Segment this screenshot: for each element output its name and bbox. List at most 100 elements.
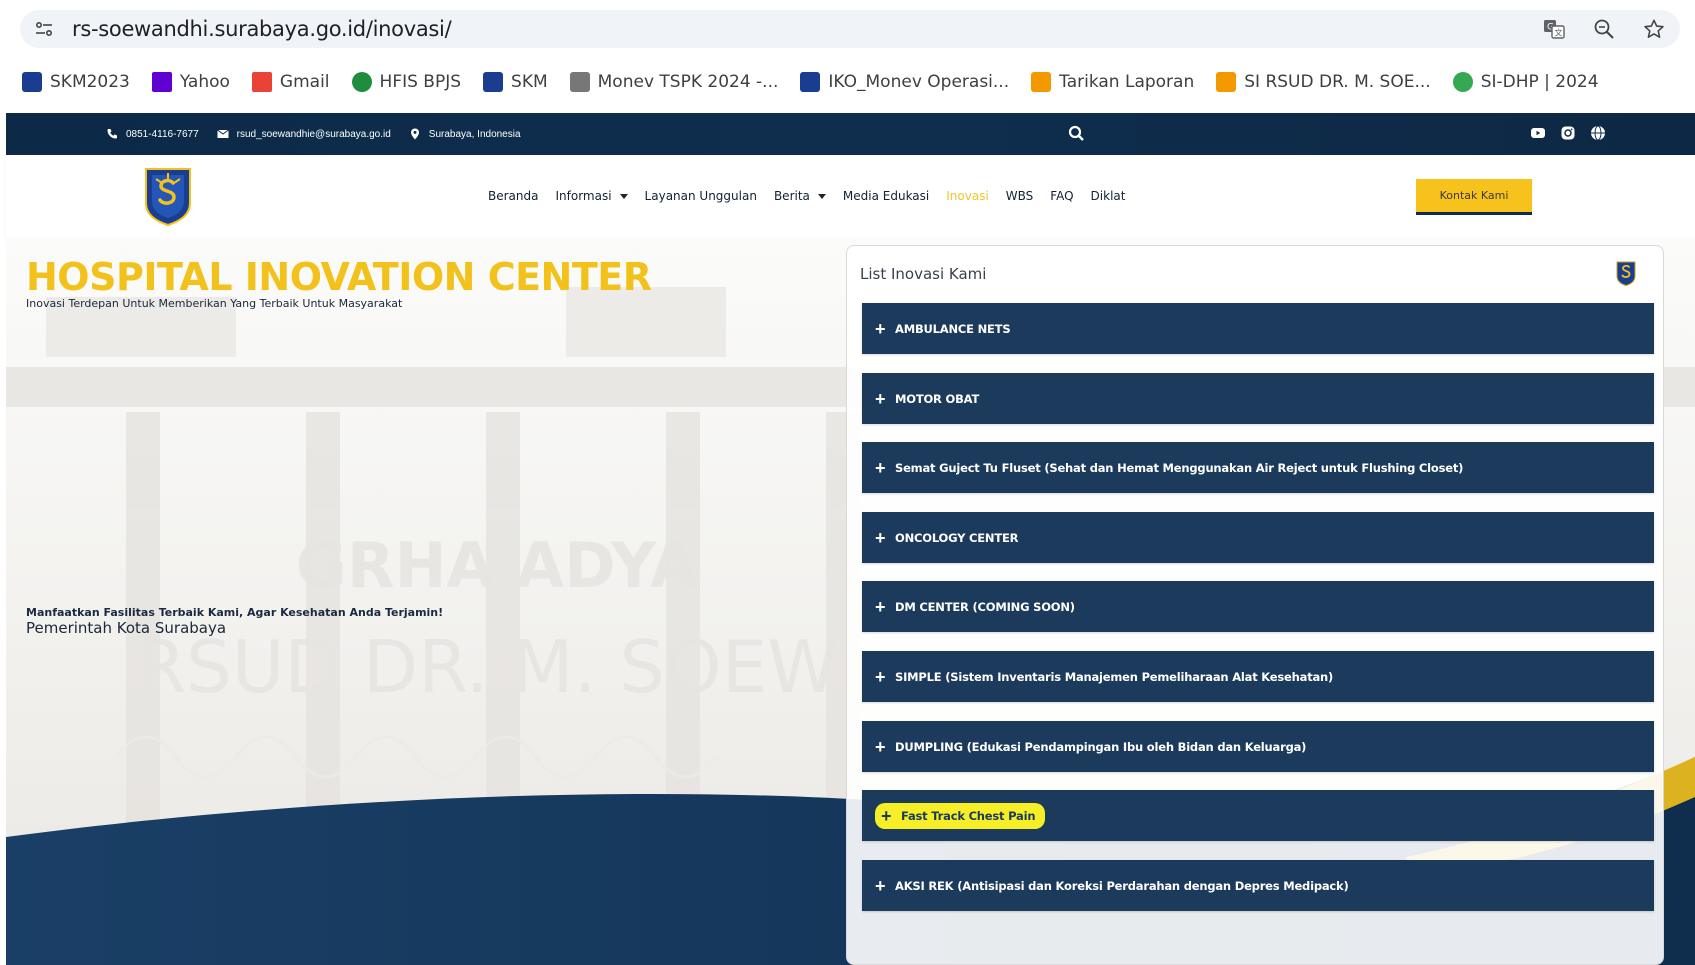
surabaya-crest-icon	[569, 72, 590, 92]
innovation-accordion-item[interactable]: + DUMPLING (Edukasi Pendampingan Ibu oleh…	[862, 721, 1654, 772]
nav-item-wbs[interactable]: WBS	[1006, 189, 1034, 203]
mail-icon	[151, 72, 172, 92]
nav-item-informasi[interactable]: Informasi	[555, 189, 628, 203]
innovation-list-panel: List Inovasi Kami + AMBULANCE NETS + MOTOR …	[846, 245, 1664, 965]
nav-item-label: Media Edukasi	[842, 189, 930, 203]
hero-cta-subtitle: Pemerintah Kota Surabaya	[26, 619, 227, 637]
nav-item-label: FAQ	[1050, 189, 1074, 203]
nav-item-label: Inovasi	[946, 189, 989, 203]
nav-item-label: Diklat	[1090, 189, 1126, 203]
surabaya-logo[interactable]	[142, 165, 194, 227]
site-topbar: 0851-4116-7677 rsud_soewandhie@surabaya.…	[6, 113, 1695, 155]
innovation-accordion-item[interactable]: + AKSI REK (Antisipasi dan Koreksi Perdar…	[862, 860, 1654, 911]
instagram-icon[interactable]	[1560, 125, 1576, 141]
bookmark-item[interactable]: Monev TSPK 2024 -...	[569, 72, 779, 92]
bookmark-label: Yahoo	[179, 72, 230, 92]
accordion-item-label: Semat Guject Tu Fluset (Sehat dan Hemat …	[895, 460, 1464, 475]
bookmark-star-icon[interactable]	[1642, 17, 1666, 41]
contact-us-button[interactable]: Kontak Kami	[1416, 179, 1532, 215]
bookmark-item[interactable]: SKM2023	[22, 72, 130, 92]
map-pin-icon	[410, 128, 419, 140]
surabaya-crest-icon	[483, 72, 504, 92]
search-icon[interactable]	[1066, 123, 1088, 145]
location-text: Surabaya, Indonesia	[428, 128, 521, 140]
email-text: rsud_soewandhie@surabaya.go.id	[236, 128, 391, 140]
social-links	[1530, 125, 1606, 141]
bookmark-item[interactable]: SI-DHP | 2024	[1452, 72, 1599, 92]
plus-icon: +	[881, 805, 892, 826]
youtube-icon[interactable]	[1530, 125, 1546, 141]
plus-icon: +	[875, 666, 886, 687]
bookmark-label: SI-DHP | 2024	[1480, 72, 1599, 92]
nav-item-label: Beranda	[488, 189, 539, 203]
accordion-item-label: Fast Track Chest Pain	[901, 808, 1036, 823]
email-contact[interactable]: rsud_soewandhie@surabaya.go.id	[216, 128, 391, 140]
innovation-accordion-item[interactable]: + AMBULANCE NETS	[862, 303, 1654, 354]
nav-item-diklat[interactable]: Diklat	[1091, 189, 1126, 203]
nav-item-media-edukasi[interactable]: Media Edukasi	[843, 189, 929, 203]
bookmark-label: SKM2023	[50, 72, 130, 92]
plus-icon: +	[875, 457, 886, 478]
translate-icon[interactable]: G文	[1542, 17, 1566, 41]
innovation-accordion-item[interactable]: + Semat Guject Tu Fluset (Sehat dan Hemat…	[862, 442, 1654, 493]
main-nav: Beranda Informasi Layanan Unggulan Berita Me…	[488, 155, 1125, 237]
grid-icon	[1216, 72, 1237, 92]
site-info-icon[interactable]	[34, 19, 54, 39]
bookmark-item[interactable]: Tarikan Laporan	[1031, 72, 1194, 92]
nav-item-layanan-unggulan[interactable]: Layanan Unggulan	[645, 189, 757, 203]
accordion-item-label: AMBULANCE NETS	[895, 321, 1011, 336]
envelope-icon	[216, 129, 229, 138]
phone-icon	[107, 129, 117, 139]
svg-text:RSUD DR. M. SOEW: RSUD DR. M. SOEW	[136, 625, 838, 709]
innovation-accordion-item[interactable]: + SIMPLE (Sistem Inventaris Manajemen Pem…	[862, 651, 1654, 702]
leaf-icon	[1452, 72, 1473, 92]
nav-item-label: Layanan Unggulan	[644, 189, 757, 203]
address-bar[interactable]: rs-soewandhi.surabaya.go.id/inovasi/ G文	[20, 10, 1680, 48]
bookmark-item[interactable]: IKO_Monev Operasi...	[800, 72, 1009, 92]
hero-title: HOSPITAL INOVATION CENTER	[26, 255, 652, 299]
innovation-accordion-item[interactable]: + MOTOR OBAT	[862, 373, 1654, 424]
caret-down-icon	[817, 193, 826, 199]
bookmark-item[interactable]: Gmail	[251, 72, 330, 92]
accordion-item-label: DUMPLING (Edukasi Pendampingan Ibu oleh …	[895, 739, 1307, 754]
accordion-item-label: SIMPLE (Sistem Inventaris Manajemen Peme…	[895, 669, 1334, 684]
plus-icon: +	[875, 318, 886, 339]
nav-item-berita[interactable]: Berita	[774, 189, 826, 203]
accordion-item-label: ONCOLOGY CENTER	[895, 530, 1019, 545]
plus-icon: +	[875, 596, 886, 617]
url-text[interactable]: rs-soewandhi.surabaya.go.id/inovasi/	[72, 17, 452, 41]
plus-icon: +	[875, 527, 886, 548]
gmail-icon	[251, 72, 272, 92]
nav-item-label: Berita	[773, 189, 810, 203]
phone-contact[interactable]: 0851-4116-7677	[106, 128, 199, 140]
globe-icon[interactable]	[1590, 125, 1606, 141]
hero-cta-title: Manfaatkan Fasilitas Terbaik Kami, Agar …	[26, 606, 444, 619]
location-contact[interactable]: Surabaya, Indonesia	[409, 128, 521, 140]
innovation-accordion-item[interactable]: + Fast Track Chest Pain	[862, 790, 1654, 841]
surabaya-crest-icon	[22, 72, 42, 92]
bookmark-item[interactable]: HFIS BPJS	[351, 72, 461, 92]
bookmark-item[interactable]: SI RSUD DR. M. SOE...	[1216, 72, 1431, 92]
hero-subtitle: Inovasi Terdepan Untuk Memberikan Yang T…	[26, 297, 403, 310]
bookmark-label: Monev TSPK 2024 -...	[597, 72, 779, 92]
innovation-accordion-item[interactable]: + ONCOLOGY CENTER	[862, 512, 1654, 563]
svg-text:文: 文	[1555, 28, 1563, 38]
nav-item-inovasi[interactable]: Inovasi	[946, 189, 989, 203]
nav-item-label: WBS	[1005, 189, 1034, 203]
bookmarks-bar: SKM2023 Yahoo Gmail HFIS BPJS SKM Monev TSPK …	[22, 64, 1599, 100]
nav-item-faq[interactable]: FAQ	[1050, 189, 1073, 203]
panel-title: List Inovasi Kami	[860, 265, 987, 283]
bookmark-label: Tarikan Laporan	[1059, 72, 1195, 92]
svg-text:GRHA ADYA: GRHA ADYA	[296, 529, 698, 602]
plus-icon: +	[875, 736, 886, 757]
accordion-item-label: MOTOR OBAT	[895, 391, 980, 406]
bookmark-item[interactable]: SKM	[483, 72, 548, 92]
nav-item-beranda[interactable]: Beranda	[488, 189, 538, 203]
grid-icon	[1031, 72, 1052, 92]
zoom-icon[interactable]	[1592, 17, 1616, 41]
innovation-accordion-item[interactable]: + DM CENTER (COMING SOON)	[862, 581, 1654, 632]
site-navbar: Beranda Informasi Layanan Unggulan Berita Me…	[6, 155, 1695, 237]
bookmark-item[interactable]: Yahoo	[151, 72, 230, 92]
plus-icon: +	[875, 875, 886, 896]
gear-icon	[351, 72, 372, 92]
